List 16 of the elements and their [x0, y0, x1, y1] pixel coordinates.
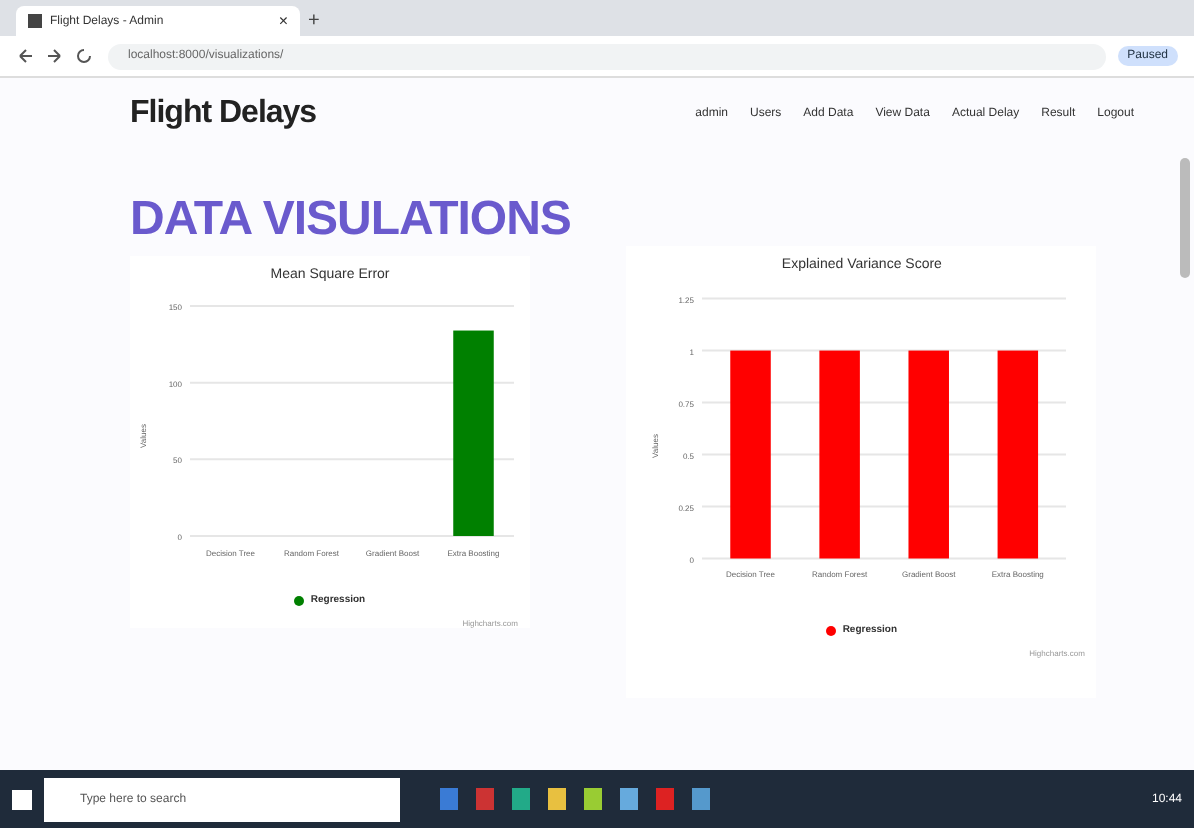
app-icon[interactable]	[548, 788, 566, 810]
site-title: Flight Delays	[130, 96, 317, 132]
scrollbar[interactable]	[1180, 158, 1190, 278]
page-icon	[28, 14, 42, 28]
app-icon[interactable]	[440, 788, 458, 810]
app-icon[interactable]	[512, 788, 530, 810]
app-icon[interactable]	[692, 788, 710, 810]
app-icon[interactable]	[476, 788, 494, 810]
new-tab-button[interactable]: +	[308, 6, 320, 36]
page-title: DATA VISULATIONS	[130, 192, 571, 248]
app-icon[interactable]	[656, 788, 674, 810]
navigation-icon[interactable]	[16, 46, 96, 66]
app-icon[interactable]	[584, 788, 602, 810]
close-icon[interactable]: ×	[278, 12, 288, 30]
windows-icon[interactable]	[12, 789, 32, 809]
app-icon[interactable]	[620, 788, 638, 810]
